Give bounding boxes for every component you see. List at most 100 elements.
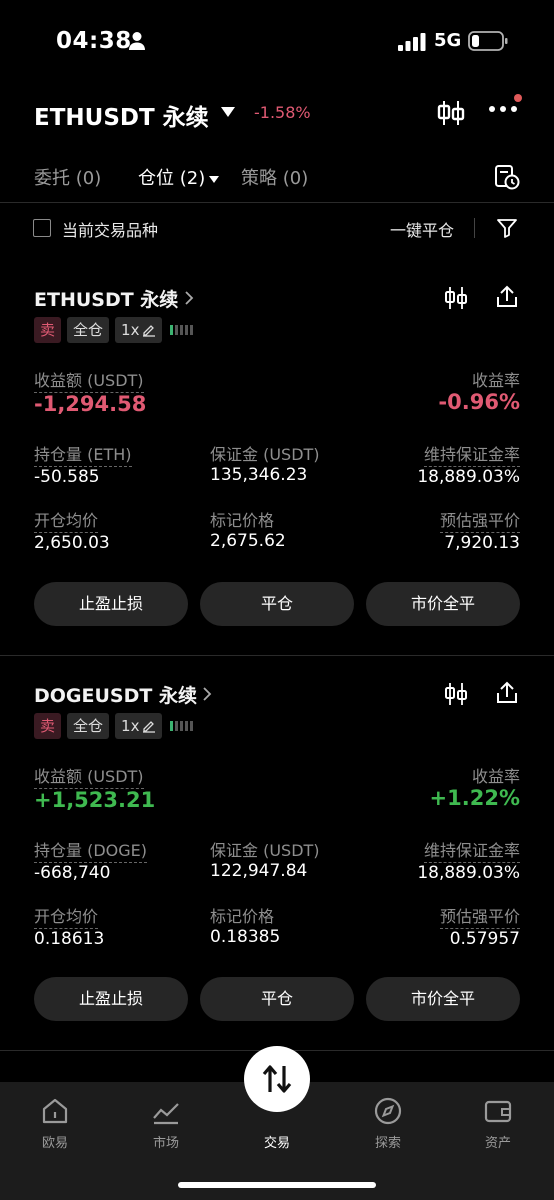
tab-orders[interactable]: 委托 (0) xyxy=(34,164,101,190)
person-icon xyxy=(129,32,145,50)
liq-price-value: 7,920.13 xyxy=(444,533,520,553)
notification-dot xyxy=(514,94,522,102)
battery-icon xyxy=(468,31,508,51)
chevron-right-icon[interactable] xyxy=(202,687,212,701)
close-position-button[interactable]: 平仓 xyxy=(200,977,354,1021)
entry-price-value: 0.18613 xyxy=(34,929,105,949)
entry-price-value: 2,650.03 xyxy=(34,533,110,553)
share-icon[interactable] xyxy=(496,285,518,309)
side-badge: 卖 xyxy=(34,713,62,739)
close-all-button[interactable]: 一键平仓 xyxy=(390,217,454,241)
candlestick-chart-icon[interactable] xyxy=(443,683,469,705)
divider xyxy=(0,202,554,203)
size-value: -50.585 xyxy=(34,467,100,487)
leverage-value: 1x xyxy=(121,321,140,339)
liq-price-label: 预估强平价 xyxy=(439,903,520,929)
home-icon xyxy=(42,1098,68,1124)
edit-icon xyxy=(143,721,156,733)
entry-price-label: 开仓均价 xyxy=(34,507,99,533)
tab-strategies[interactable]: 策略 (0) xyxy=(241,164,308,190)
tpsl-button[interactable]: 止盈止损 xyxy=(34,582,188,626)
nav-label: 交易 xyxy=(263,1136,290,1151)
entry-price-label: 开仓均价 xyxy=(34,903,99,929)
nav-label: 市场 xyxy=(152,1136,179,1151)
current-symbol-checkbox[interactable] xyxy=(33,219,51,237)
current-symbol-label[interactable]: 当前交易品种 xyxy=(62,217,158,241)
risk-level-bars xyxy=(170,317,194,343)
caret-down-icon[interactable] xyxy=(220,106,236,118)
tab-dropdown-icon xyxy=(209,175,220,183)
risk-level-bars xyxy=(170,713,194,739)
candlestick-chart-icon[interactable] xyxy=(436,100,466,126)
market-close-button[interactable]: 市价全平 xyxy=(366,977,520,1021)
mark-price-label: 标记价格 xyxy=(210,511,275,530)
network-type: 5G xyxy=(434,30,462,51)
size-label: 持仓量 (ETH) xyxy=(34,441,132,467)
size-value: -668,740 xyxy=(34,863,111,883)
position-symbol[interactable]: DOGEUSDT 永续 xyxy=(34,681,197,708)
trade-header: ETHUSDT 永续 -1.58% xyxy=(0,92,554,136)
pnl-label: 收益额 (USDT) xyxy=(34,763,144,789)
more-icon[interactable] xyxy=(488,104,518,114)
market-close-button[interactable]: 市价全平 xyxy=(366,582,520,626)
roe-value: +1.22% xyxy=(429,786,520,810)
roe-value: -0.96% xyxy=(438,390,520,414)
margin-value: 135,346.23 xyxy=(210,465,308,485)
divider xyxy=(474,218,475,238)
status-time: 04:38 xyxy=(56,28,132,54)
compass-icon xyxy=(374,1097,402,1125)
side-badge: 卖 xyxy=(34,317,62,343)
tab-positions-label: 仓位 (2) xyxy=(138,168,206,189)
mark-price-value: 2,675.62 xyxy=(210,531,286,551)
nav-assets[interactable]: 资产 xyxy=(463,1096,533,1151)
leverage-badge[interactable]: 1x xyxy=(115,713,163,739)
mmr-label: 维持保证金率 xyxy=(423,837,520,863)
margin-value: 122,947.84 xyxy=(210,861,308,881)
chevron-right-icon[interactable] xyxy=(184,291,194,305)
nav-market[interactable]: 市场 xyxy=(131,1096,201,1151)
nav-label: 资产 xyxy=(484,1136,511,1151)
pnl-value: -1,294.58 xyxy=(34,392,147,416)
position-badges: 卖 全仓 1x xyxy=(34,317,194,343)
margin-label: 保证金 (USDT) xyxy=(210,445,320,464)
home-indicator xyxy=(178,1182,376,1188)
price-change: -1.58% xyxy=(254,103,311,122)
pnl-value: +1,523.21 xyxy=(34,788,156,812)
nav-home[interactable]: 欧易 xyxy=(20,1096,90,1151)
position-badges: 卖 全仓 1x xyxy=(34,713,194,739)
roe-label: 收益率 xyxy=(471,371,520,390)
margin-mode-badge[interactable]: 全仓 xyxy=(67,317,110,343)
filter-row: 当前交易品种 一键平仓 xyxy=(0,210,554,246)
edit-icon xyxy=(143,325,156,337)
position-actions: 止盈止损 平仓 市价全平 xyxy=(0,582,554,626)
wallet-icon xyxy=(484,1100,512,1123)
share-icon[interactable] xyxy=(496,681,518,705)
history-icon[interactable] xyxy=(494,164,520,190)
trade-swap-icon xyxy=(262,1065,292,1093)
market-chart-icon xyxy=(153,1103,179,1125)
filter-icon[interactable] xyxy=(496,217,518,239)
position-symbol[interactable]: ETHUSDT 永续 xyxy=(34,285,178,312)
tpsl-button[interactable]: 止盈止损 xyxy=(34,977,188,1021)
close-position-button[interactable]: 平仓 xyxy=(200,582,354,626)
tab-positions[interactable]: 仓位 (2) xyxy=(138,164,220,190)
nav-label: 探索 xyxy=(374,1136,401,1151)
leverage-value: 1x xyxy=(121,717,140,735)
divider xyxy=(0,655,554,656)
pnl-label: 收益额 (USDT) xyxy=(34,367,144,393)
leverage-badge[interactable]: 1x xyxy=(115,317,163,343)
roe-label: 收益率 xyxy=(471,767,520,786)
mark-price-label: 标记价格 xyxy=(210,907,275,926)
candlestick-chart-icon[interactable] xyxy=(443,287,469,309)
nav-explore[interactable]: 探索 xyxy=(353,1096,423,1151)
trade-fab-button[interactable] xyxy=(244,1046,310,1112)
symbol-selector[interactable]: ETHUSDT 永续 xyxy=(34,98,209,132)
nav-label: 欧易 xyxy=(41,1136,68,1151)
status-bar: 04:38 5G xyxy=(0,0,554,80)
signal-icon xyxy=(398,33,426,51)
mmr-label: 维持保证金率 xyxy=(423,441,520,467)
liq-price-value: 0.57957 xyxy=(449,929,520,949)
size-label: 持仓量 (DOGE) xyxy=(34,837,147,863)
margin-mode-badge[interactable]: 全仓 xyxy=(67,713,110,739)
mmr-value: 18,889.03% xyxy=(417,863,520,883)
